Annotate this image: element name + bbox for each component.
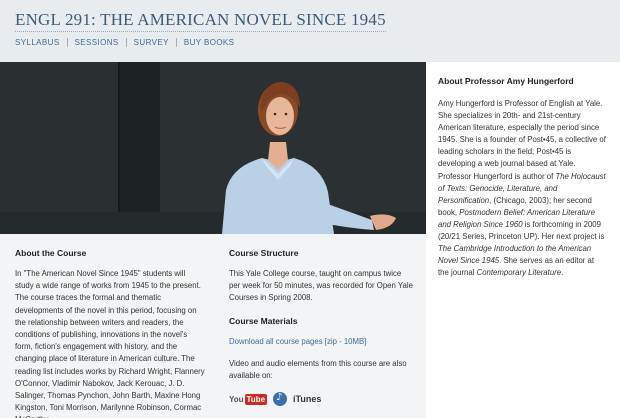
course-materials-heading: Course Materials bbox=[229, 315, 298, 326]
professor-figure bbox=[222, 82, 396, 234]
course-structure-section: Course Structure This Yale College cours… bbox=[229, 248, 414, 407]
about-course-body: In "The American Novel Since 1945" stude… bbox=[15, 269, 205, 418]
nav-buy-books[interactable]: BUY BOOKS bbox=[175, 38, 242, 47]
nav-syllabus[interactable]: SYLLABUS bbox=[15, 38, 67, 47]
course-title[interactable]: ENGL 291: THE AMERICAN NOVEL SINCE 1945 bbox=[15, 10, 386, 32]
download-course-pages-link[interactable]: Download all course pages [zip - 10MB] bbox=[229, 336, 414, 348]
about-course-section: About the Course In "The American Novel … bbox=[15, 248, 205, 418]
page-header: ENGL 291: THE AMERICAN NOVEL SINCE 1945 … bbox=[0, 0, 620, 62]
nav-sessions[interactable]: SESSIONS bbox=[66, 38, 126, 47]
nav-survey[interactable]: SURVEY bbox=[125, 38, 176, 47]
professor-sidebar: About Professor Amy Hungerford Amy Hunge… bbox=[426, 62, 620, 418]
course-structure-heading: Course Structure bbox=[229, 248, 299, 258]
professor-heading: About Professor Amy Hungerford bbox=[438, 76, 574, 86]
youtube-you-text: You bbox=[229, 394, 244, 404]
course-nav: SYLLABUS SESSIONS SURVEY BUY BOOKS bbox=[15, 38, 241, 47]
course-info: About the Course In "The American Novel … bbox=[0, 234, 426, 418]
about-course-heading: About the Course bbox=[15, 248, 87, 258]
itunes-link[interactable]: iTunes bbox=[293, 394, 321, 404]
media-badges: YouTube iTunes bbox=[229, 392, 414, 407]
journal-contemporary-literature: Contemporary Literature bbox=[476, 268, 562, 278]
professor-bio: Amy Hungerford is Professor of English a… bbox=[438, 99, 606, 278]
professor-photo bbox=[0, 62, 426, 234]
course-structure-body: This Yale College course, taught on camp… bbox=[229, 269, 413, 303]
itunes-icon[interactable] bbox=[273, 392, 288, 407]
youtube-tube-text: Tube bbox=[244, 393, 268, 405]
youtube-link[interactable]: You Tube bbox=[229, 393, 268, 405]
av-availability-text: Video and audio elements from this cours… bbox=[229, 358, 407, 380]
